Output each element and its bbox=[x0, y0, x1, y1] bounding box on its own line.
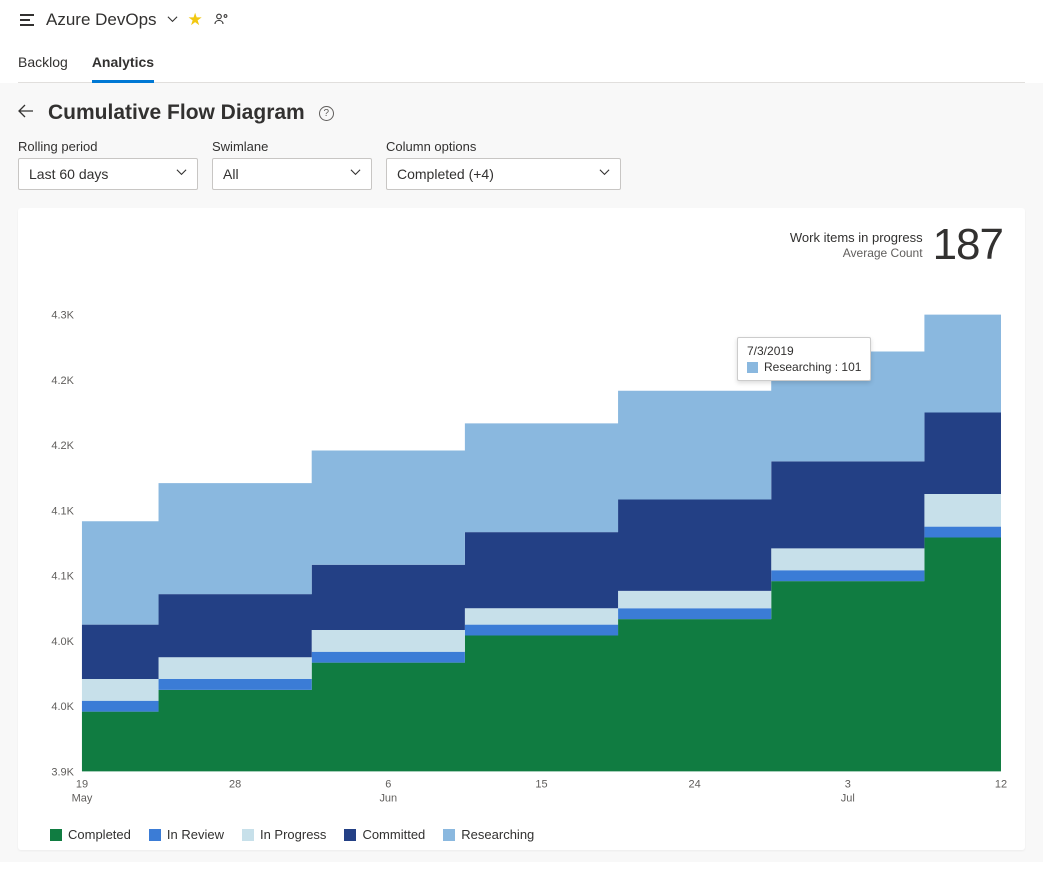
project-header: Azure DevOps ★ bbox=[18, 10, 1025, 30]
legend-item[interactable]: Completed bbox=[50, 827, 131, 842]
svg-text:28: 28 bbox=[229, 778, 241, 790]
legend-item[interactable]: In Progress bbox=[242, 827, 326, 842]
legend-label: In Progress bbox=[260, 827, 326, 842]
column-options-value: Completed (+4) bbox=[397, 166, 494, 182]
tooltip-value: 101 bbox=[841, 360, 861, 374]
svg-text:4.1K: 4.1K bbox=[51, 571, 74, 583]
svg-text:4.0K: 4.0K bbox=[51, 701, 74, 713]
svg-text:4.2K: 4.2K bbox=[51, 440, 74, 452]
tab-backlog[interactable]: Backlog bbox=[18, 48, 68, 83]
tab-analytics[interactable]: Analytics bbox=[92, 48, 154, 83]
chart-area: 3.9K 4.0K 4.0K 4.1K 4.1K 4.2K 4.2K 4.3K 19 May 28 6… bbox=[32, 222, 1011, 821]
rolling-period-value: Last 60 days bbox=[29, 166, 108, 182]
chevron-down-icon bbox=[176, 167, 187, 181]
legend-swatch-icon bbox=[242, 829, 254, 841]
tooltip-series: Researching bbox=[764, 360, 831, 374]
svg-text:4.3K: 4.3K bbox=[51, 310, 74, 322]
backlog-icon bbox=[18, 11, 36, 29]
svg-text:4.1K: 4.1K bbox=[51, 505, 74, 517]
help-icon[interactable]: ? bbox=[319, 106, 334, 121]
legend-item[interactable]: In Review bbox=[149, 827, 224, 842]
legend-swatch-icon bbox=[50, 829, 62, 841]
svg-text:May: May bbox=[72, 792, 93, 804]
svg-text:3: 3 bbox=[845, 778, 851, 790]
chart-card: Work items in progress Average Count 187… bbox=[18, 208, 1025, 850]
chevron-down-icon bbox=[599, 167, 610, 181]
chevron-down-icon[interactable] bbox=[167, 12, 178, 28]
chart-tooltip: 7/3/2019 Researching : 101 bbox=[737, 337, 871, 381]
page-title: Cumulative Flow Diagram bbox=[48, 101, 305, 125]
legend-item[interactable]: Researching bbox=[443, 827, 534, 842]
chevron-down-icon bbox=[350, 167, 361, 181]
favorite-star-icon[interactable]: ★ bbox=[188, 10, 203, 30]
svg-text:Jun: Jun bbox=[379, 792, 397, 804]
filter-swimlane-label: Swimlane bbox=[212, 139, 372, 154]
legend-swatch-icon bbox=[443, 829, 455, 841]
legend-label: Researching bbox=[461, 827, 534, 842]
filter-columns-label: Column options bbox=[386, 139, 621, 154]
team-icon[interactable] bbox=[213, 11, 229, 30]
legend-swatch-icon bbox=[149, 829, 161, 841]
legend-swatch-icon bbox=[344, 829, 356, 841]
svg-text:3.9K: 3.9K bbox=[51, 766, 74, 778]
tooltip-swatch-icon bbox=[747, 362, 758, 373]
svg-text:15: 15 bbox=[535, 778, 547, 790]
tab-bar: Backlog Analytics bbox=[18, 48, 1025, 83]
legend-label: Committed bbox=[362, 827, 425, 842]
svg-text:24: 24 bbox=[689, 778, 701, 790]
swimlane-select[interactable]: All bbox=[212, 158, 372, 190]
rolling-period-select[interactable]: Last 60 days bbox=[18, 158, 198, 190]
legend-label: In Review bbox=[167, 827, 224, 842]
tooltip-date: 7/3/2019 bbox=[747, 344, 861, 358]
swimlane-value: All bbox=[223, 166, 239, 182]
project-name[interactable]: Azure DevOps bbox=[46, 10, 157, 30]
svg-text:6: 6 bbox=[385, 778, 391, 790]
svg-text:Jul: Jul bbox=[841, 792, 855, 804]
svg-text:12: 12 bbox=[995, 778, 1007, 790]
column-options-select[interactable]: Completed (+4) bbox=[386, 158, 621, 190]
legend-item[interactable]: Committed bbox=[344, 827, 425, 842]
svg-text:19: 19 bbox=[76, 778, 88, 790]
back-arrow-icon[interactable] bbox=[18, 104, 34, 123]
cfd-chart: 3.9K 4.0K 4.0K 4.1K 4.1K 4.2K 4.2K 4.3K 19 May 28 6… bbox=[32, 222, 1011, 821]
legend-label: Completed bbox=[68, 827, 131, 842]
chart-legend: Completed In Review In Progress Committe… bbox=[32, 827, 1011, 842]
svg-text:4.2K: 4.2K bbox=[51, 375, 74, 387]
filter-rolling-label: Rolling period bbox=[18, 139, 198, 154]
filter-row: Rolling period Last 60 days Swimlane All… bbox=[18, 139, 1025, 190]
svg-text:4.0K: 4.0K bbox=[51, 636, 74, 648]
